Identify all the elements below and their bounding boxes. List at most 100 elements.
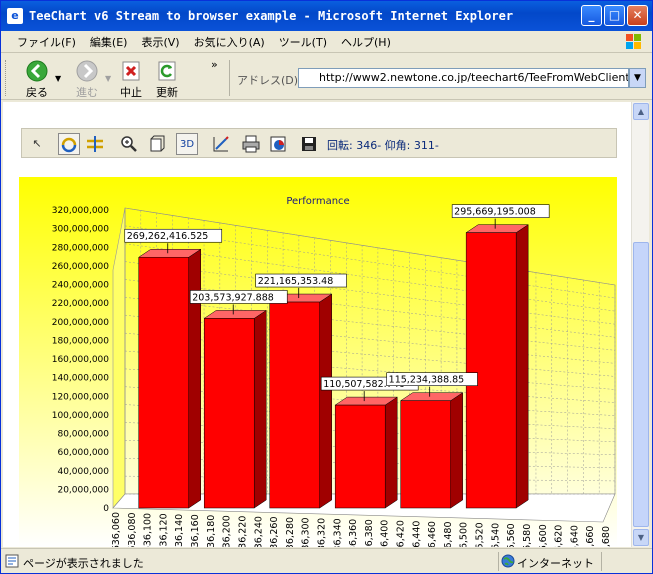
status-divider xyxy=(498,552,499,571)
bar-value-label: 295,669,195.008 xyxy=(454,207,536,218)
bar xyxy=(137,243,202,509)
status-text: ページが表示されました xyxy=(23,557,144,570)
chart-edit-icon[interactable] xyxy=(210,133,232,155)
forward-arrow-icon xyxy=(76,60,98,82)
vertical-scrollbar[interactable]: ▲ ▼ xyxy=(631,102,649,547)
x-tick-label: 381,636,680 xyxy=(601,526,612,547)
close-button[interactable]: ✕ xyxy=(627,5,648,26)
x-tick-label: 381,636,060 xyxy=(111,512,122,547)
back-dropdown-icon[interactable]: ▼ xyxy=(55,74,61,83)
internet-globe-icon xyxy=(501,554,515,568)
address-value: http://www2.newtone.co.jp/teechart6/TeeF… xyxy=(319,71,629,84)
chart-zoom-icon[interactable] xyxy=(118,133,140,155)
x-tick-label: 381,636,200 xyxy=(222,515,233,547)
stop-icon xyxy=(122,61,140,81)
x-tick-label: 381,636,120 xyxy=(158,513,169,547)
scroll-up-icon[interactable]: ▲ xyxy=(633,103,649,120)
menu-favorites[interactable]: お気に入り(A) xyxy=(194,34,265,50)
menu-edit[interactable]: 編集(E) xyxy=(90,34,128,50)
bar-value-label: 269,262,416.525 xyxy=(127,231,209,242)
x-tick-label: 381,636,240 xyxy=(253,516,264,547)
y-tick-label: 120,000,000 xyxy=(52,392,110,402)
y-tick-label: 300,000,000 xyxy=(52,225,110,235)
x-tick-label: 381,636,640 xyxy=(569,525,580,547)
security-zone: インターネット xyxy=(517,557,594,570)
x-tick-label: 381,636,340 xyxy=(332,518,343,547)
minimize-button[interactable]: _ xyxy=(581,5,602,26)
x-tick-label: 381,636,440 xyxy=(411,521,422,547)
x-tick-label: 381,636,100 xyxy=(143,513,154,547)
forward-label: 進む xyxy=(76,86,98,99)
page-done-icon xyxy=(5,554,19,568)
x-tick-label: 381,636,580 xyxy=(522,524,533,547)
performance-chart[interactable]: Performance 0 20,000,000 40,000,000 60,000,… xyxy=(19,177,617,547)
windows-flag-icon xyxy=(626,34,641,49)
menu-view[interactable]: 表示(V) xyxy=(141,34,179,50)
status-divider-2 xyxy=(601,552,602,571)
x-tick-label: 381,636,420 xyxy=(396,520,407,547)
x-tick-label: 381,636,660 xyxy=(585,526,596,547)
y-tick-label: 160,000,000 xyxy=(52,355,110,365)
y-tick-label: 80,000,000 xyxy=(57,430,109,440)
x-tick-label: 381,636,280 xyxy=(285,517,296,547)
menu-tools[interactable]: ツール(T) xyxy=(279,34,327,50)
bar-side xyxy=(319,293,332,509)
menu-file[interactable]: ファイル(F) xyxy=(17,34,76,50)
address-dropdown-icon[interactable]: ▼ xyxy=(629,68,646,88)
bar xyxy=(334,391,399,509)
x-tick-label: 381,636,180 xyxy=(206,515,217,547)
y-tick-label: 180,000,000 xyxy=(52,336,110,346)
back-button[interactable]: 戻る xyxy=(17,60,57,100)
bar xyxy=(268,288,333,509)
scroll-down-icon[interactable]: ▼ xyxy=(633,529,649,546)
bar xyxy=(399,386,464,509)
bar-front xyxy=(138,256,189,509)
toolbar-more-chevron[interactable]: » xyxy=(211,58,218,71)
bar-value-label: 203,573,927.888 xyxy=(192,292,274,303)
y-tick-label: 320,000,000 xyxy=(52,206,110,216)
toolbar-divider xyxy=(229,60,230,96)
bar-front xyxy=(465,232,517,509)
y-tick-label: 20,000,000 xyxy=(57,485,109,495)
x-tick-label: 381,636,080 xyxy=(127,512,138,547)
x-tick-label: 381,636,140 xyxy=(174,514,185,547)
bar-side xyxy=(450,392,463,509)
stop-label: 中止 xyxy=(120,86,142,99)
chart-copy-icon[interactable] xyxy=(268,133,290,155)
stop-button[interactable]: 中止 xyxy=(115,60,147,100)
x-tick-label: 381,636,540 xyxy=(490,523,501,547)
chart-rotate-icon[interactable] xyxy=(58,133,80,155)
chart-print-icon[interactable] xyxy=(240,133,262,155)
address-input[interactable]: http://www2.newtone.co.jp/teechart6/TeeF… xyxy=(298,68,629,88)
y-tick-label: 260,000,000 xyxy=(52,262,110,272)
x-tick-label: 381,636,360 xyxy=(348,519,359,547)
scroll-thumb[interactable] xyxy=(633,242,649,527)
x-tick-label: 381,636,220 xyxy=(237,516,248,547)
chart-depth-icon[interactable] xyxy=(146,133,168,155)
maximize-button[interactable]: □ xyxy=(604,5,625,26)
bar-side xyxy=(515,224,529,509)
toolbar-grip[interactable] xyxy=(5,60,8,96)
x-tick-label: 381,636,320 xyxy=(316,518,327,547)
status-bar: ページが表示されました インターネット xyxy=(1,548,652,573)
chart-rotation-readout: 回転: 346- 仰角: 311- xyxy=(327,139,439,152)
x-tick-label: 381,636,620 xyxy=(554,525,565,547)
bar-value-label: 221,165,353.48 xyxy=(258,276,334,287)
x-tick-label: 381,636,400 xyxy=(380,520,391,547)
x-tick-label: 381,636,160 xyxy=(190,514,201,547)
forward-dropdown-icon[interactable]: ▼ xyxy=(105,74,111,83)
menu-help[interactable]: ヘルプ(H) xyxy=(341,34,391,50)
y-tick-label: 240,000,000 xyxy=(52,281,110,291)
y-tick-label: 140,000,000 xyxy=(52,374,110,384)
chart-move-icon[interactable] xyxy=(84,133,106,155)
title-bar[interactable]: e TeeChart v6 Stream to browser example … xyxy=(1,1,652,31)
chart-pointer-icon[interactable]: ↖ xyxy=(26,133,48,155)
forward-button[interactable]: 進む xyxy=(67,60,107,100)
refresh-button[interactable]: 更新 xyxy=(151,60,183,100)
x-tick-label: 381,636,380 xyxy=(364,519,375,547)
x-tick-label: 381,636,600 xyxy=(538,524,549,547)
bar xyxy=(465,218,529,509)
chart-save-icon[interactable] xyxy=(298,133,320,155)
chart-3d-toggle[interactable]: 3D xyxy=(176,133,198,155)
address-label: アドレス(D) xyxy=(237,74,299,87)
